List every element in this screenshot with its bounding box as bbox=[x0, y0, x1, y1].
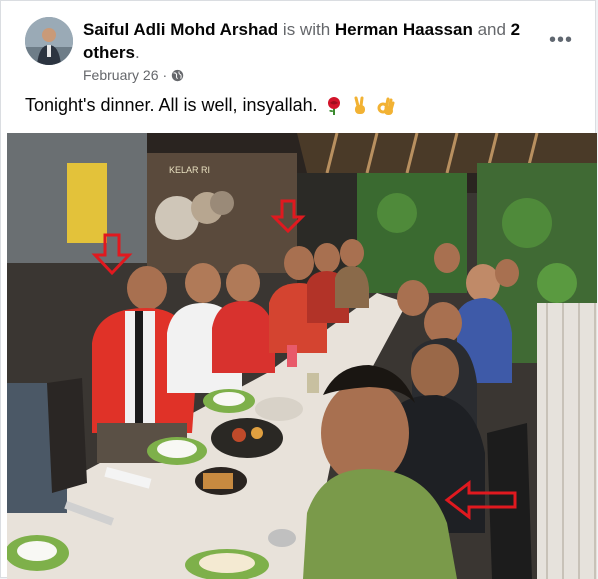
author-name[interactable]: Saiful Adli Mohd Arshad bbox=[83, 20, 278, 39]
more-options-icon[interactable]: ••• bbox=[549, 29, 573, 52]
post-card: Saiful Adli Mohd Arshad is with Herman H… bbox=[0, 0, 597, 579]
post-caption: Tonight's dinner. All is well, insyallah… bbox=[25, 95, 396, 116]
with-text: is with bbox=[278, 20, 335, 39]
period: . bbox=[134, 43, 140, 62]
post-meta: February 26 · bbox=[83, 67, 184, 83]
avatar[interactable] bbox=[25, 17, 73, 65]
victory-hand-icon bbox=[354, 96, 365, 114]
profile-photo bbox=[25, 17, 73, 65]
ok-hand-icon bbox=[377, 97, 395, 115]
globe-icon bbox=[171, 69, 184, 81]
and-text: and bbox=[472, 20, 511, 39]
tagged-person[interactable]: Herman Haassan bbox=[335, 20, 473, 39]
rose-icon bbox=[327, 96, 340, 115]
post-photo[interactable]: KELAR RI bbox=[7, 133, 597, 579]
post-header: Saiful Adli Mohd Arshad is with Herman H… bbox=[83, 18, 533, 64]
post-date[interactable]: February 26 bbox=[83, 67, 158, 83]
restaurant-sign: KELAR RI bbox=[169, 165, 210, 175]
dinner-photo: KELAR RI bbox=[7, 133, 597, 579]
caption-text: Tonight's dinner. All is well, insyallah… bbox=[25, 95, 318, 115]
meta-separator: · bbox=[162, 67, 168, 83]
